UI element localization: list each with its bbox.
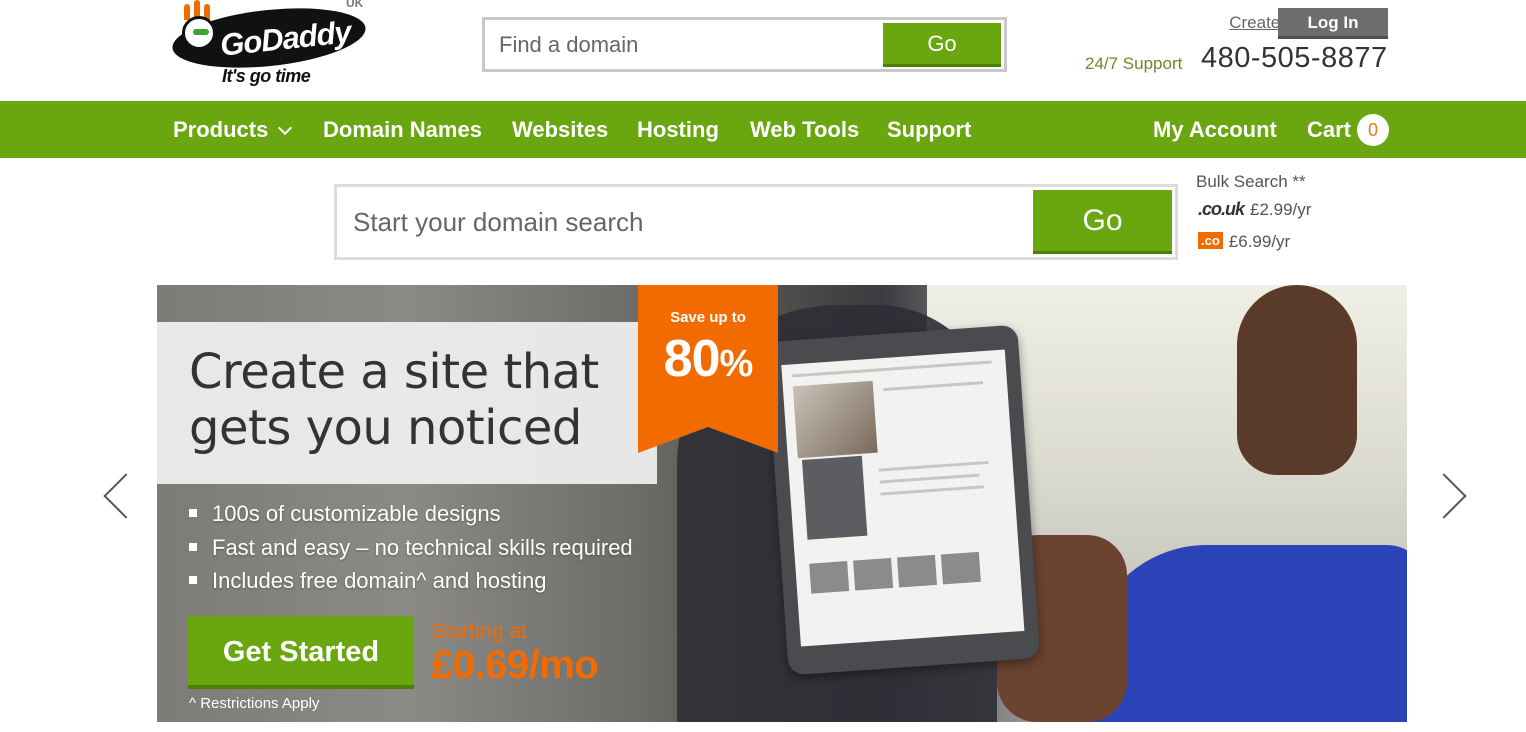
region-label: UK [346,0,364,10]
nav-cart[interactable]: Cart 0 [1307,101,1390,158]
feature-list: 100s of customizable designs Fast and ea… [189,497,633,598]
screen-thumbnail [897,554,938,588]
screen-thumbnail [809,561,850,594]
screen-thumbnail [940,551,981,585]
feature-item: Includes free domain^ and hosting [189,564,633,598]
feature-item: 100s of customizable designs [189,497,633,531]
nav-my-account[interactable]: My Account [1153,101,1277,158]
godaddy-logo[interactable]: GoDaddy It's go time UK [168,0,378,96]
restrictions-note: ^ Restrictions Apply [189,695,320,712]
co-price: £6.99/yr [1228,232,1291,251]
page: GoDaddy It's go time UK Go Create an acc… [0,0,1526,732]
ribbon-percentage: 80% [638,329,778,389]
support-phone[interactable]: 480-505-8877 [1201,42,1388,75]
top-domain-input[interactable] [485,20,885,69]
co-logo: .co [1198,232,1223,249]
main-nav: Products Domain Names Websites Hosting W… [0,101,1526,158]
screen-sidebar-block [801,455,868,540]
feature-item: Fast and easy – no technical skills requ… [189,531,633,565]
screen-text-line [880,485,985,496]
couk-logo: .co.uk [1198,199,1245,219]
logo-tagline: It's go time [222,66,311,86]
hero-title-line-1: Create a site that [189,344,599,400]
hero-title-panel: Create a site that gets you noticed [157,322,657,484]
tablet-image [765,324,1041,676]
screen-thumbnail [853,557,894,591]
bulk-search-link[interactable]: Bulk Search ** [1196,172,1306,192]
nav-web-tools[interactable]: Web Tools [750,101,859,158]
tld-price-co: .co £6.99/yr [1198,232,1290,252]
ribbon-caption: Save up to [670,309,746,326]
hero-banner: Create a site that gets you noticed Save… [157,285,1407,722]
nav-websites[interactable]: Websites [512,101,608,158]
price-value: £0.69/mo [431,643,599,687]
screen-photo [792,380,878,459]
support-label: 24/7 Support [1085,54,1183,73]
domain-search: Go [334,184,1178,260]
hero-person-head [1237,285,1357,475]
nav-products-label: Products [173,117,269,142]
carousel-next-arrow-icon[interactable] [1421,473,1467,519]
hero-title: Create a site that gets you noticed [189,344,599,456]
top-search-go-button[interactable]: Go [883,23,1001,67]
ribbon-value: 80 [663,330,721,388]
screen-text-line [878,460,989,472]
save-ribbon: Save up to 80% [638,285,778,453]
domain-search-go-button[interactable]: Go [1033,190,1172,254]
price-label: Starting at [431,620,527,643]
nav-products[interactable]: Products [173,101,293,158]
hero-person-shirt [1087,545,1407,722]
top-domain-search: Go [482,17,1007,72]
screen-text-line [883,381,984,392]
carousel-prev-arrow-icon[interactable] [103,473,149,519]
hero-title-line-2: gets you noticed [189,400,582,456]
chevron-down-icon [278,120,293,136]
logo-face-icon [182,16,216,50]
domain-search-input[interactable] [337,187,1027,257]
nav-support[interactable]: Support [887,101,971,158]
cart-label: Cart [1307,117,1352,142]
cart-count-badge: 0 [1357,114,1390,146]
ribbon-percent-sign: % [719,343,754,385]
couk-price: £2.99/yr [1250,200,1312,219]
nav-domain-names[interactable]: Domain Names [323,101,482,158]
nav-hosting[interactable]: Hosting [637,101,719,158]
tld-price-couk: .co.uk £2.99/yr [1198,199,1311,220]
screen-text-line [879,473,980,484]
login-button[interactable]: Log In [1278,8,1388,39]
screen-nav-line [791,360,992,378]
get-started-button[interactable]: Get Started [188,616,414,689]
tablet-screen [781,349,1025,647]
